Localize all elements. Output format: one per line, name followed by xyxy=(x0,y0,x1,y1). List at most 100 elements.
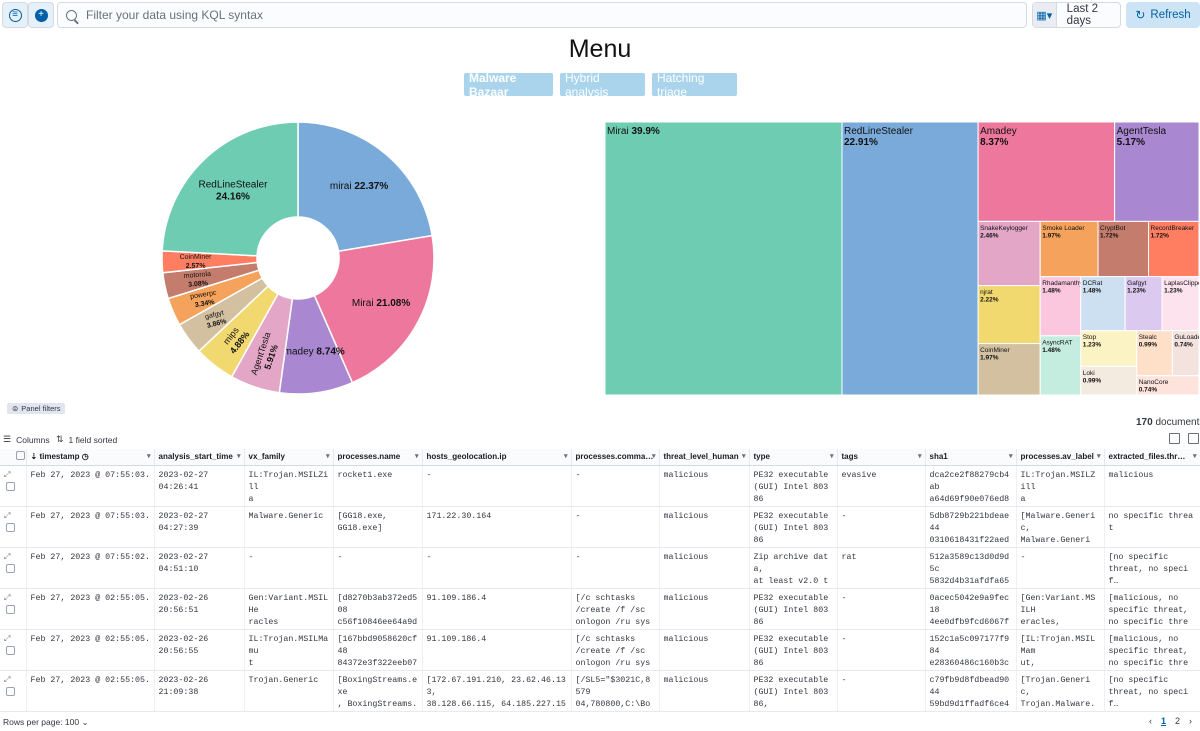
treemap-cell-redlinestealer[interactable]: RedLineStealer 22.91% xyxy=(841,122,979,395)
table-cell[interactable]: [d8270b3ab372ed508 c56f10846ee64a9d7e 80… xyxy=(333,588,423,630)
table-cell[interactable]: Trojan.Generic xyxy=(244,670,334,712)
table-cell[interactable]: [/c schtasks /create /f /sc onlogon /ru … xyxy=(571,588,660,630)
column-header[interactable]: extracted_files.thr… ▾ xyxy=(1104,449,1200,466)
table-cell[interactable]: - xyxy=(571,465,660,507)
table-cell[interactable]: 2023-02-26 20:56:51 xyxy=(154,588,245,630)
table-cell[interactable]: PE32 executable (GUI) Intel 80386 Mono/.… xyxy=(749,465,838,507)
table-cell[interactable]: - xyxy=(333,547,423,589)
table-cell[interactable]: [/c schtasks /create /f /sc onlogon /ru … xyxy=(571,629,660,671)
table-cell[interactable]: [malicious, no specific threat, no speci… xyxy=(1104,629,1200,671)
table-cell[interactable]: malicious xyxy=(1104,465,1200,507)
sort-button[interactable]: ⇅ 1 field sorted xyxy=(56,434,117,445)
expand-row-icon[interactable]: ⤢ xyxy=(4,634,13,646)
treemap-cell-loki[interactable]: Loki 0.99% xyxy=(1080,365,1138,395)
table-cell[interactable]: [IL:Trojan.MSILMam ut, IL:Trojan.MSILMa… xyxy=(1016,629,1105,671)
add-filter-button[interactable]: + xyxy=(28,2,54,28)
column-header[interactable]: processes.comma… ▾ xyxy=(571,449,660,466)
table-cell[interactable]: [no specific threat, no specif… xyxy=(1104,547,1200,589)
next-page-icon[interactable]: › xyxy=(1189,716,1192,726)
treemap-cell-laplasclipper[interactable]: LaplasClipper1.23% xyxy=(1161,276,1199,332)
menu-button-hybrid-analysis[interactable]: Hybrid analysis xyxy=(560,71,645,99)
table-cell[interactable]: Feb 27, 2023 @ 02:55:05.051 xyxy=(26,670,155,712)
density-icon[interactable] xyxy=(1169,433,1180,444)
treemap-cell-nanocore[interactable]: NanoCore 0.74% xyxy=(1136,375,1199,395)
table-cell[interactable]: rat xyxy=(837,547,926,589)
table-row[interactable]: ⤢ Feb 27, 2023 @ 07:55:02.997 2023-02-27 0… xyxy=(0,547,1200,589)
table-row[interactable]: ⤢ Feb 27, 2023 @ 07:55:03.224 2023-02-27 0… xyxy=(0,465,1200,507)
column-header[interactable]: sha1 ▾ xyxy=(925,449,1017,466)
column-header[interactable]: processes.name ▾ xyxy=(333,449,423,466)
table-cell[interactable]: Gen:Variant.MSILHe racles xyxy=(244,588,334,630)
treemap-rect[interactable] xyxy=(605,122,843,395)
table-cell[interactable]: PE32 executable (GUI) Intel 80386, for M… xyxy=(749,670,838,712)
panel-filters-badge[interactable]: ⊜ Panel filters xyxy=(7,403,66,414)
column-header[interactable]: type ▾ xyxy=(749,449,838,466)
table-cell[interactable]: 91.109.186.4 xyxy=(422,629,572,671)
table-cell[interactable]: 2023-02-26 20:56:55 xyxy=(154,629,245,671)
column-header[interactable]: ⇣ timestamp ◷ ▾ xyxy=(26,449,155,466)
table-cell[interactable]: PE32 executable (GUI) Intel 80386 Mono/.… xyxy=(749,629,838,671)
calendar-icon[interactable]: ▦▾ xyxy=(1033,3,1057,27)
treemap-cell-njrat[interactable]: njrat 2.22% xyxy=(977,285,1041,345)
table-cell[interactable]: 2023-02-26 21:09:38 xyxy=(154,670,245,712)
table-cell[interactable]: 512a3589c13d0d9d5c 5832d4b31afdfa6595 ca… xyxy=(925,547,1017,589)
table-cell[interactable]: [no specific threat, no specif… xyxy=(1104,670,1200,712)
table-cell[interactable]: [Malware.Generic, Malware.Generic] xyxy=(1016,506,1105,548)
table-cell[interactable]: rocket1.exe xyxy=(333,465,423,507)
table-cell[interactable]: [BoxingStreams.exe , BoxingStreams.tmp… xyxy=(333,670,423,712)
table-cell[interactable]: - xyxy=(1016,547,1105,589)
table-cell[interactable]: malicious xyxy=(659,629,750,671)
column-header[interactable]: hosts_geolocation.ip ▾ xyxy=(422,449,572,466)
prev-page-icon[interactable]: ‹ xyxy=(1149,716,1152,726)
row-checkbox[interactable] xyxy=(6,604,15,614)
table-cell[interactable]: - xyxy=(837,629,926,671)
page-link-1[interactable]: 1 xyxy=(1161,716,1166,726)
table-cell[interactable]: IL:Trojan.MSILZill a xyxy=(244,465,334,507)
table-cell[interactable]: IL:Trojan.MSILZill a xyxy=(1016,465,1105,507)
search-input[interactable]: Filter your data using KQL syntax xyxy=(57,2,1027,28)
expand-row-icon[interactable]: ⤢ xyxy=(4,593,13,605)
fullscreen-icon[interactable] xyxy=(1188,433,1199,444)
row-checkbox[interactable] xyxy=(6,645,15,655)
treemap-cell-recordbreaker[interactable]: RecordBreaker 1.72% xyxy=(1148,220,1199,278)
treemap-cell-gafgyt[interactable]: Gafgyt 1.23% xyxy=(1124,276,1163,332)
treemap-cell-stealc[interactable]: Stealc 0.99% xyxy=(1136,330,1173,377)
table-cell[interactable]: no specific threat xyxy=(1104,506,1200,548)
column-header[interactable]: tags ▾ xyxy=(837,449,926,466)
treemap-cell-guloader[interactable]: GuLoader0.74% xyxy=(1171,330,1199,377)
table-cell[interactable]: [Gen:Variant.MSILH eracles, Gen:Variant.… xyxy=(1016,588,1105,630)
column-header[interactable]: vx_family ▾ xyxy=(244,449,334,466)
table-cell[interactable]: [GG18.exe, GG18.exe] xyxy=(333,506,423,548)
table-cell[interactable]: - xyxy=(422,465,572,507)
select-all-checkbox[interactable] xyxy=(16,451,25,461)
table-cell[interactable]: [167bbd9058620cf48 84372e3f322eeb0783 c6… xyxy=(333,629,423,671)
menu-button-malware-bazaar[interactable]: Malware Bazaar xyxy=(464,71,553,99)
table-row[interactable]: ⤢ Feb 27, 2023 @ 02:55:05.100 2023-02-26 2… xyxy=(0,629,1200,671)
table-cell[interactable]: Feb 27, 2023 @ 02:55:05.100 xyxy=(26,629,155,671)
page-link-2[interactable]: 2 xyxy=(1175,716,1180,726)
table-row[interactable]: ⤢ Feb 27, 2023 @ 02:55:05.051 2023-02-26 2… xyxy=(0,670,1200,712)
table-cell[interactable]: IL:Trojan.MSILMamu t xyxy=(244,629,334,671)
table-cell[interactable]: - xyxy=(244,547,334,589)
row-checkbox[interactable] xyxy=(6,481,15,491)
table-cell[interactable]: Feb 27, 2023 @ 07:55:03.224 xyxy=(26,465,155,507)
table-cell[interactable]: 152c1a5c097177f984 e28360486c160b3c96 7f… xyxy=(925,629,1017,671)
table-cell[interactable]: - xyxy=(837,506,926,548)
table-cell[interactable]: 171.22.30.164 xyxy=(422,506,572,548)
row-checkbox[interactable] xyxy=(6,522,15,532)
table-cell[interactable]: [/SL5="$3021C,8579 04,780800,C:\Boxin gS… xyxy=(571,670,660,712)
table-cell[interactable]: malicious xyxy=(659,465,750,507)
treemap-cell-agenttesla[interactable]: AgentTesla 5.17% xyxy=(1114,122,1199,222)
menu-button-hatching-triage[interactable]: Hatching triage xyxy=(652,71,737,99)
columns-button[interactable]: ☰ Columns xyxy=(3,434,50,445)
treemap-cell-asyncrat[interactable]: AsyncRAT 1.48% xyxy=(1039,335,1082,395)
table-cell[interactable]: PE32 executable (GUI) Intel 80386 Mono/.… xyxy=(749,588,838,630)
table-cell[interactable]: [172.67.191.210, 23.62.46.133, 38.128.66… xyxy=(422,670,572,712)
table-cell[interactable]: Feb 27, 2023 @ 02:55:05.103 xyxy=(26,588,155,630)
table-cell[interactable]: PE32 executable (GUI) Intel 80386 Mono/.… xyxy=(749,506,838,548)
table-cell[interactable]: Feb 27, 2023 @ 07:55:03.221 xyxy=(26,506,155,548)
table-cell[interactable]: evasive xyxy=(837,465,926,507)
table-cell[interactable]: c79fb9d8fdbead9044 59bd9d1ffadf6ce43c 93… xyxy=(925,670,1017,712)
table-cell[interactable]: - xyxy=(571,547,660,589)
table-cell[interactable]: malicious xyxy=(659,506,750,548)
